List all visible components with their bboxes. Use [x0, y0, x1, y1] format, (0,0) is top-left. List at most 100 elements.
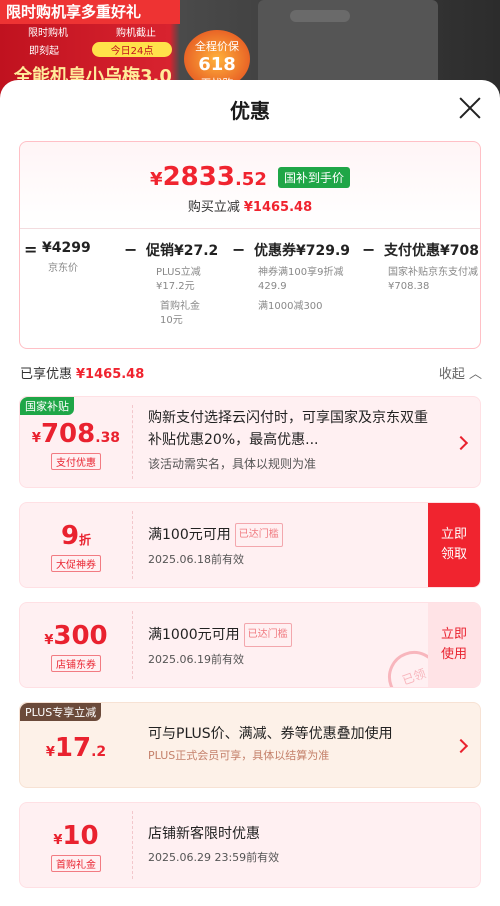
price-summary-card: ¥2833.52 国补到手价 购买立减 ¥1465.48 = ¥4299 京东价 …	[19, 141, 481, 349]
threshold-met-tag: 已达门槛	[234, 523, 283, 547]
background-row-text: 购机截止	[116, 28, 156, 39]
final-price: ¥2833.52	[150, 162, 267, 192]
coupon-sub: 神券满100享9折减	[258, 267, 344, 278]
pay-sub: ¥708.38	[388, 281, 430, 292]
coupon-badge: 大促神券	[51, 555, 101, 572]
background-row-text: 今日24点	[92, 42, 172, 57]
promo-sub: 首购礼金	[160, 301, 200, 312]
close-icon[interactable]	[458, 96, 482, 120]
coupon-value-unit: 折	[79, 533, 92, 547]
coupon-value-area: ¥708.38 支付优惠	[20, 397, 132, 487]
coupon-value-area: ¥17.2	[20, 703, 132, 787]
coupon-value-integer: 9	[60, 521, 80, 551]
coupon-value: ¥10	[20, 821, 132, 851]
jd-price-label: 京东价	[48, 263, 78, 274]
coupon-text-area: 购新支付选择云闪付时，可享国家及京东双重补贴优惠20%，最高优惠... 该活动需…	[148, 407, 440, 472]
coupon-value-area: 9折 大促神券	[20, 503, 132, 587]
pay-value: 支付优惠¥708.38	[384, 243, 480, 259]
coupon-expiry: 2025.06.29 23:59前有效	[148, 851, 280, 864]
promo-value: 促销¥27.2	[146, 243, 219, 259]
equals-sign: =	[24, 240, 38, 259]
currency-symbol: ¥	[31, 431, 41, 446]
threshold-met-tag: 已达门槛	[243, 623, 292, 647]
reduce-row: 购买立减 ¥1465.48	[20, 196, 480, 215]
coupon-badge: 支付优惠	[51, 453, 101, 470]
coupon-value-integer: 708	[40, 419, 96, 449]
coupon-divider	[132, 811, 133, 879]
coupon-value: ¥708.38	[20, 419, 132, 449]
coupon-expiry: 2025.06.18前有效	[148, 553, 244, 566]
enjoyed-amount: ¥1465.48	[76, 367, 145, 382]
badge-main-text: 618	[198, 54, 236, 75]
coupon-value-area: ¥300 店铺东券	[20, 603, 132, 687]
coupon-badge: 首购礼金	[51, 855, 101, 872]
reduce-label: 购买立减	[187, 200, 240, 215]
final-price-tag: 国补到手价	[277, 166, 350, 188]
formula-term-promo: 促销¥27.2 PLUS立减 ¥17.2元 首购礼金 10元	[146, 240, 218, 328]
coupon-value-decimal: .2	[91, 744, 107, 760]
currency-symbol: ¥	[150, 169, 163, 190]
coupon-card-store[interactable]: ¥300 店铺东券 满1000元可用 已达门槛 2025.06.19前有效 已领 …	[19, 602, 481, 688]
currency-symbol: ¥	[45, 745, 55, 760]
coupon-text-area: 可与PLUS价、满减、券等优惠叠加使用 PLUS正式会员可享，具体以结算为准	[148, 723, 446, 763]
coupon-value: ¥17.2	[20, 733, 132, 763]
coupon-value-integer: 10	[62, 821, 99, 851]
coupon-value-integer: 17	[54, 733, 92, 763]
coupon-text-area: 满100元可用 已达门槛 2025.06.18前有效	[148, 523, 424, 567]
coupon-main-text: 购新支付选择云闪付时，可享国家及京东双重补贴优惠20%，最高优惠...	[148, 410, 428, 448]
promo-sub: ¥17.2元	[156, 281, 195, 292]
coupon-divider	[132, 511, 133, 579]
coupon-value: 优惠券¥729.9	[254, 243, 351, 259]
coupon-main-text: 店铺新客限时优惠	[148, 826, 260, 842]
sheet-title: 优惠	[230, 99, 270, 123]
coupon-value: ¥300	[20, 621, 132, 651]
coupon-card-discount[interactable]: 9折 大促神券 满100元可用 已达门槛 2025.06.18前有效 立即领取	[19, 502, 481, 588]
chevron-up-icon: ︿	[468, 367, 482, 382]
collapse-button[interactable]: 收起 ︿	[439, 363, 482, 382]
use-now-label: 立即使用	[440, 627, 467, 662]
coupon-value-integer: 300	[53, 621, 108, 651]
coupon-card-national-subsidy[interactable]: 国家补贴 ¥708.38 支付优惠 购新支付选择云闪付时，可享国家及京东双重补贴…	[19, 396, 481, 488]
jd-price-value: ¥4299	[42, 240, 91, 256]
minus-sign: −	[232, 240, 246, 259]
promo-sub: PLUS立减	[156, 267, 201, 278]
coupon-sub: 429.9	[258, 281, 287, 292]
background-banner: 限时购机享多重好礼	[0, 0, 180, 24]
divider	[20, 228, 480, 229]
reduce-amount: ¥1465.48	[243, 200, 313, 215]
coupon-expiry: 2025.06.19前有效	[148, 653, 244, 666]
use-now-button[interactable]: 立即使用	[428, 603, 480, 687]
chevron-right-icon[interactable]	[453, 435, 469, 451]
enjoyed-label: 已享优惠	[20, 367, 73, 382]
background-row-text: 限时购机	[28, 28, 68, 39]
coupon-main-text: 满1000元可用 已达门槛	[148, 623, 424, 647]
coupon-badge: 店铺东券	[51, 655, 101, 672]
coupon-condition: 满1000元可用	[148, 627, 240, 643]
background-row-text: 即刻起	[29, 46, 59, 57]
coupon-main-text: 满100元可用 已达门槛	[148, 523, 424, 547]
final-price-row: ¥2833.52 国补到手价	[20, 162, 480, 192]
coupon-sub-text: PLUS正式会员可享，具体以结算为准	[148, 749, 330, 762]
collapse-label: 收起	[438, 367, 465, 382]
pay-sub: 国家补贴京东支付减	[388, 267, 478, 278]
background-row-1: 限时购机 购机截止	[4, 24, 180, 39]
coupon-sub: 满1000减300	[258, 301, 323, 312]
coupon-value-area: ¥10 首购礼金	[20, 803, 132, 887]
minus-sign: −	[124, 240, 138, 259]
coupon-main-text: 可与PLUS价、满减、券等优惠叠加使用	[148, 726, 393, 742]
coupon-card-first-purchase[interactable]: ¥10 首购礼金 店铺新客限时优惠 2025.06.29 23:59前有效	[19, 802, 481, 888]
chevron-right-icon[interactable]	[453, 738, 469, 754]
enjoyed-discount: 已享优惠 ¥1465.48	[20, 363, 144, 382]
promo-sub: 10元	[160, 315, 183, 326]
badge-top-text: 全程价保	[195, 40, 239, 53]
minus-sign: −	[362, 240, 376, 259]
sheet-header: 优惠	[0, 80, 500, 138]
claim-now-label: 立即领取	[440, 527, 467, 562]
final-price-integer: 2833	[162, 162, 235, 192]
claim-now-button[interactable]: 立即领取	[428, 503, 480, 587]
coupon-text-area: 满1000元可用 已达门槛 2025.06.19前有效	[148, 623, 424, 667]
coupon-card-plus[interactable]: PLUS专享立减 ¥17.2 可与PLUS价、满减、券等优惠叠加使用 PLUS正…	[19, 702, 481, 788]
coupon-condition: 满100元可用	[148, 527, 231, 543]
formula-term-coupon: 优惠券¥729.9 神券满100享9折减 429.9 满1000减300	[254, 240, 350, 314]
discount-sheet: 优惠 ¥2833.52 国补到手价 购买立减 ¥1465.48 = ¥4299 京…	[0, 80, 500, 906]
